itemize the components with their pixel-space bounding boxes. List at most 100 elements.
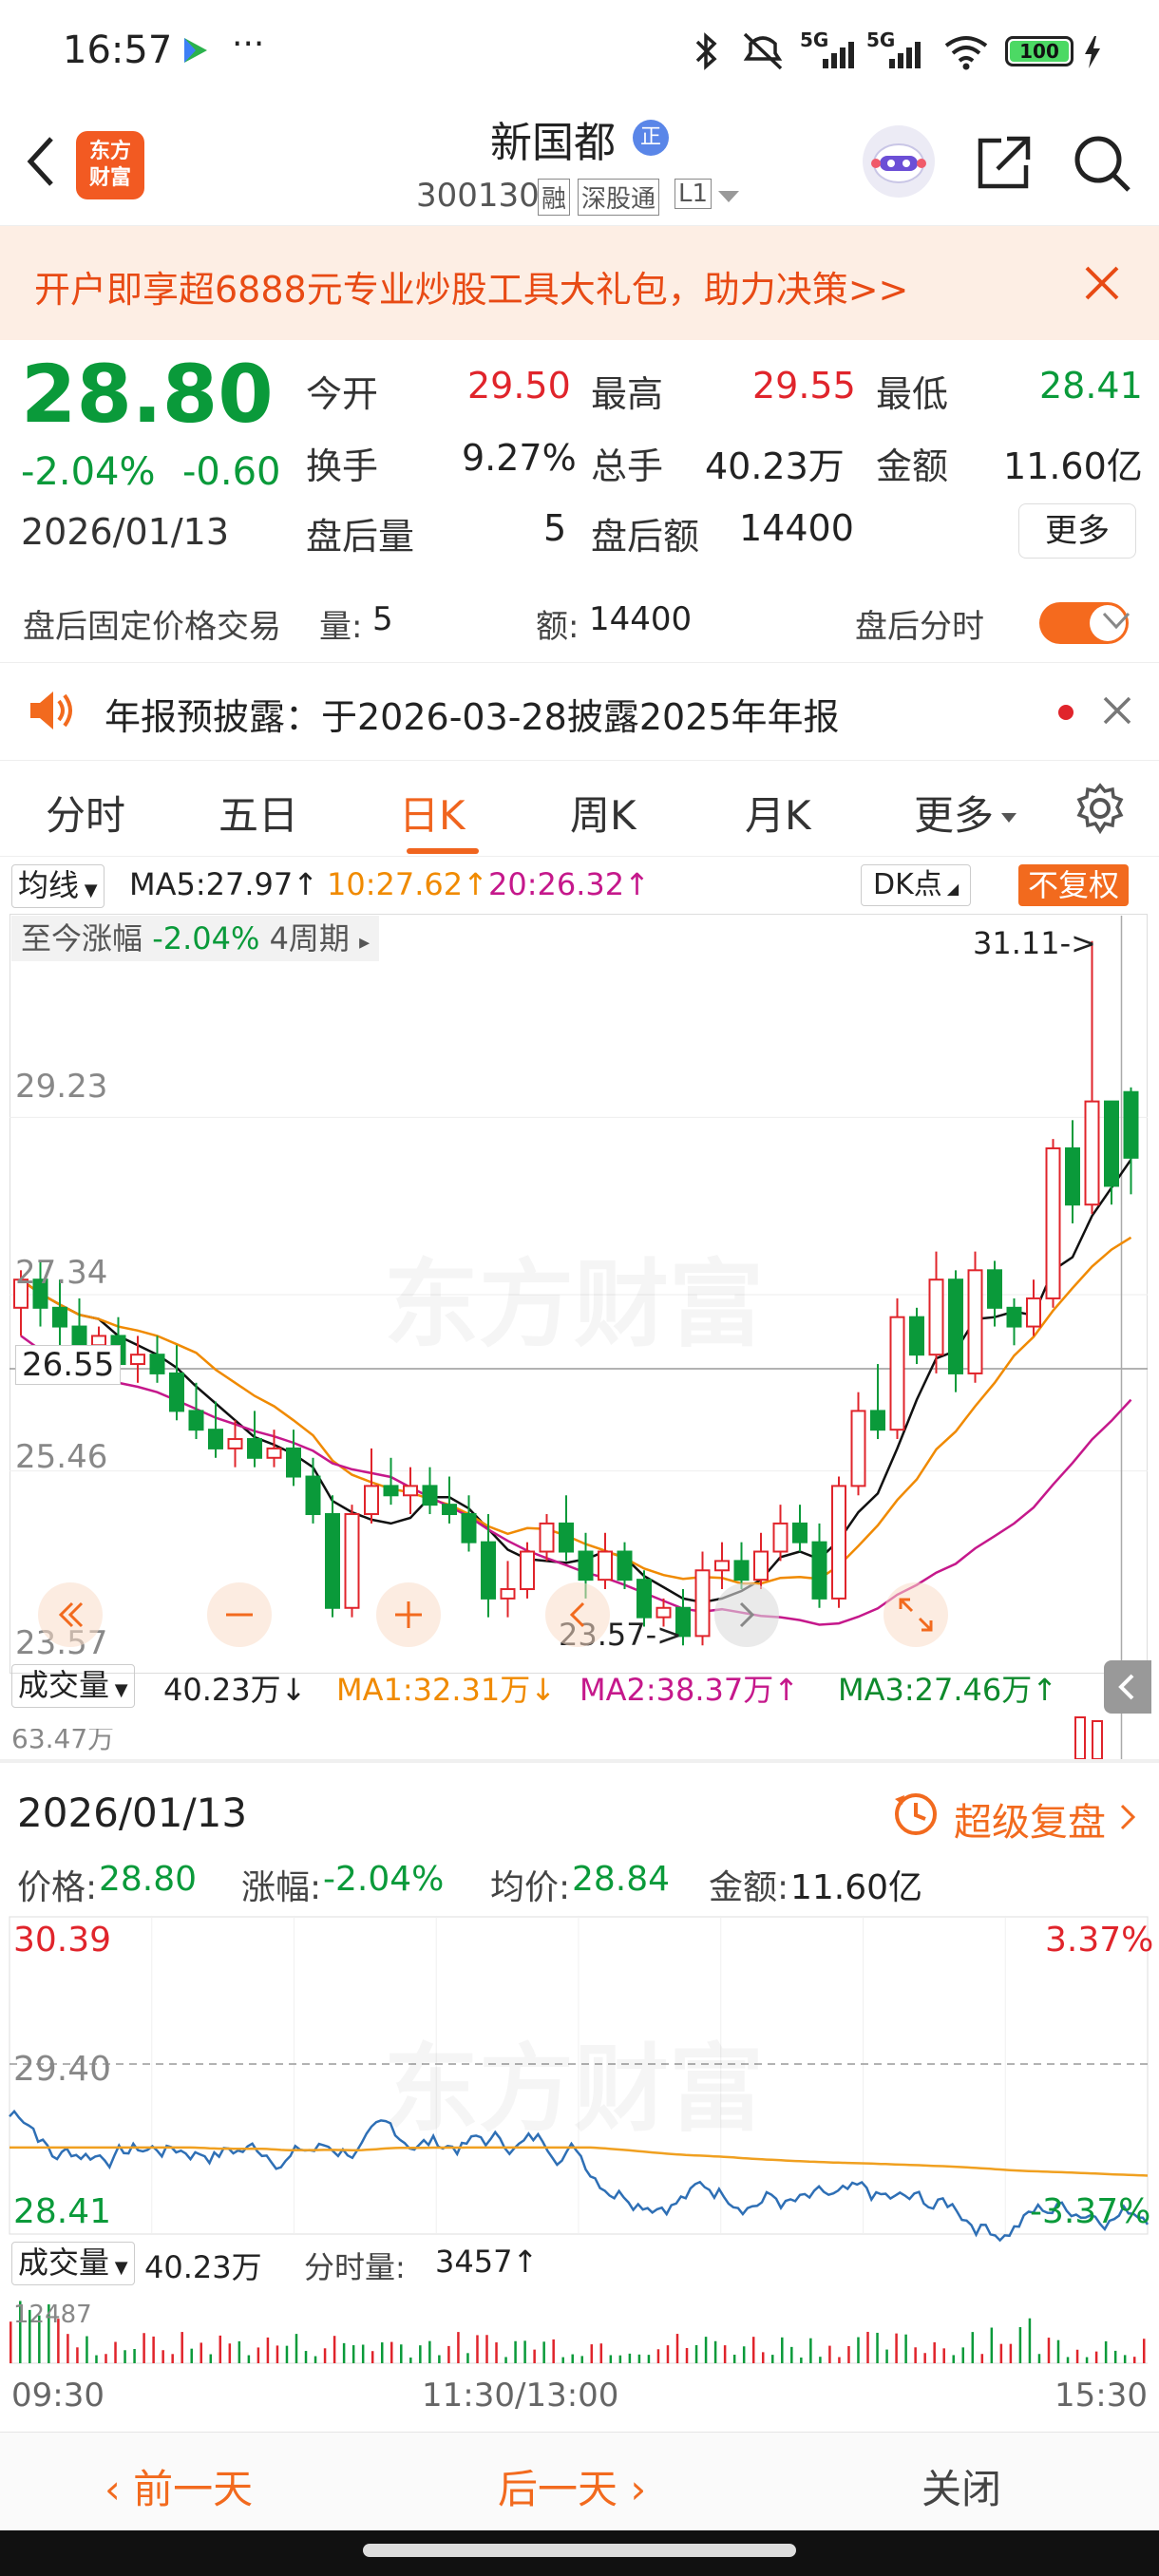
next-day-button[interactable]: 后一天 › [498, 2457, 646, 2515]
collapse-panel-button[interactable] [1104, 1660, 1151, 1714]
fullscreen-button[interactable] [884, 1582, 948, 1647]
minute-volume-bar [666, 2345, 670, 2363]
dropdown-triangle-icon[interactable] [718, 190, 739, 208]
notice-bar[interactable]: 年报预披露：于2026-03-28披露2025年年报 [0, 663, 1159, 758]
candle-body [422, 1485, 438, 1506]
minute-volume-bar [781, 2337, 784, 2363]
minute-volume-bar [704, 2337, 708, 2363]
wifi-icon [942, 34, 990, 74]
zoom-out-button[interactable] [207, 1582, 272, 1647]
candle-body [1065, 1146, 1080, 1206]
more-button[interactable]: 更多 [1018, 503, 1136, 559]
minute-volume-bar [542, 2341, 545, 2363]
minute-volume-bar [228, 2343, 232, 2363]
watermark: 东方财富 [384, 1227, 764, 1365]
minute-volume-bar [1028, 2318, 1032, 2363]
minute-volume-bar [370, 2351, 374, 2363]
vol-ma2: MA2:38.37万↑ [580, 1672, 800, 1708]
settings-gear-icon[interactable] [1074, 782, 1127, 839]
tab-more[interactable]: 更多 [914, 784, 994, 842]
promo-text[interactable]: 开户即享超6888元专业炒股工具大礼包，助力决策>> [34, 260, 908, 313]
minute-volume-bar [390, 2341, 393, 2363]
robot-assistant-icon[interactable] [863, 125, 935, 198]
back-arrow-icon[interactable] [21, 133, 59, 194]
minute-volume-bar [419, 2345, 422, 2363]
candle-body [948, 1279, 963, 1374]
change-amount: -0.60 [182, 450, 281, 494]
bottom-nav: ‹ 前一天 后一天 › 关闭 [0, 2432, 1159, 2530]
candle-body [870, 1410, 885, 1431]
vol-ma3: MA3:27.46万↑ [838, 1672, 1058, 1708]
candle-body [188, 1410, 204, 1431]
minute-vol-selector[interactable]: 成交量 ▼ [11, 2242, 135, 2285]
scroll-left-fast-button[interactable] [38, 1582, 103, 1647]
candle-body [909, 1316, 924, 1356]
minute-volume-bar [790, 2346, 793, 2363]
notice-text[interactable]: 年报预披露：于2026-03-28披露2025年年报 [104, 688, 840, 740]
minute-volume-bar [971, 2332, 975, 2363]
change-percent: -2.04% [21, 450, 156, 494]
after-chart-label: 盘后分时 [855, 608, 984, 646]
minute-volume-bar [514, 2340, 517, 2363]
minute-volume-bar [885, 2349, 888, 2363]
chevron-left-icon: ‹ [104, 2466, 134, 2512]
notice-close-icon[interactable] [1102, 695, 1132, 729]
after-vol-value: 5 [372, 600, 393, 638]
minute-volume-bar [933, 2341, 936, 2363]
mute-icon [741, 30, 785, 76]
minute-volume-bar [256, 2347, 260, 2363]
minute-y-bot: 28.41 [13, 2192, 112, 2231]
tab-weekly-k[interactable]: 周K [570, 784, 636, 842]
search-icon[interactable] [1072, 133, 1132, 198]
vol-ma1: MA1:32.31万↓ [336, 1672, 557, 1708]
speaker-icon [27, 690, 76, 735]
candle-body [1045, 1146, 1061, 1299]
tab-five-day[interactable]: 五日 [218, 784, 298, 842]
open-value: 29.50 [467, 365, 571, 407]
minute-volume-bar [819, 2357, 822, 2363]
kline-chart-area: 均线 ▼ MA5:27.97↑ 10:27.62↑ 20:26.32↑ DK点 … [0, 857, 1159, 1759]
minute-volume-bar [675, 2334, 679, 2363]
minute-volume-bar [466, 2353, 469, 2363]
tab-intraday[interactable]: 分时 [46, 784, 125, 842]
zoom-in-button[interactable] [376, 1582, 441, 1647]
candle-body [266, 1447, 282, 1459]
chevron-down-icon[interactable] [1102, 612, 1130, 635]
home-indicator[interactable] [363, 2544, 796, 2557]
minute-volume-bar [218, 2335, 222, 2363]
close-icon[interactable] [1083, 264, 1121, 306]
minute-volume-bar [552, 2339, 555, 2363]
tab-daily-k[interactable]: 日K [399, 784, 466, 842]
close-button[interactable]: 关闭 [922, 2457, 1001, 2515]
minute-vol-axis: 12487 [13, 2301, 92, 2329]
minute-volume-bar [761, 2352, 765, 2363]
promo-banner[interactable]: 开户即享超6888元专业炒股工具大礼包，助力决策>> [0, 226, 1159, 340]
minute-volume-bar [656, 2349, 660, 2363]
minute-volume-bar [10, 2321, 12, 2363]
minute-detail-panel: 2026/01/13 超级复盘 价格: 28.80 涨幅: -2.04% 均价:… [0, 1759, 1159, 2432]
prev-day-button[interactable]: ‹ 前一天 [104, 2457, 253, 2515]
scroll-right-button[interactable] [714, 1582, 779, 1647]
tab-monthly-k[interactable]: 月K [745, 784, 811, 842]
minute-volume-bar [685, 2347, 689, 2363]
candle-body [1026, 1297, 1041, 1328]
gesture-bar [0, 2530, 1159, 2576]
candle-body [305, 1475, 321, 1516]
candle-body [578, 1550, 594, 1582]
minute-volume-bar [133, 2349, 136, 2363]
vol-selector[interactable]: 成交量 ▼ [11, 1664, 135, 1708]
minute-volume-bar [361, 2344, 365, 2363]
minute-volume-bar [533, 2349, 536, 2363]
candle-body [598, 1550, 613, 1582]
volume-bar [1074, 1716, 1086, 1759]
minute-volume-bar [847, 2345, 850, 2363]
scroll-left-button[interactable] [545, 1582, 610, 1647]
after-amt-label: 额: [536, 608, 580, 646]
minute-volume-bar [1037, 2354, 1041, 2363]
candle-body [169, 1372, 184, 1412]
minute-volume-bar [990, 2327, 994, 2363]
signal-icon-2 [889, 40, 927, 72]
minute-volume-bar [485, 2335, 488, 2363]
candle-body [520, 1550, 535, 1591]
share-icon[interactable] [973, 133, 1034, 198]
